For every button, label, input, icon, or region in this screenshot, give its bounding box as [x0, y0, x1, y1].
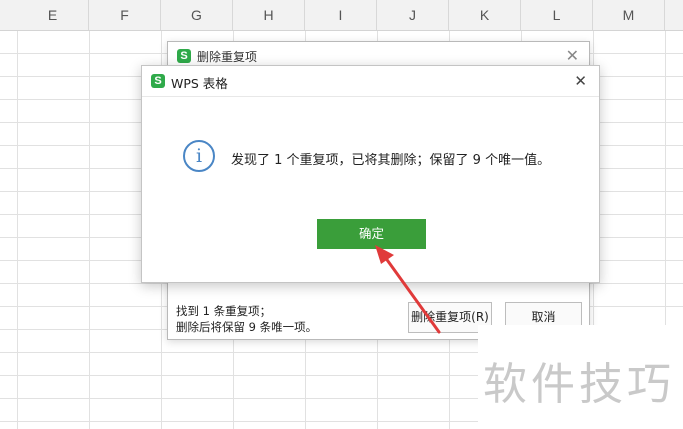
column-header-j[interactable]: J	[377, 0, 449, 30]
column-header-g[interactable]: G	[161, 0, 233, 30]
wps-dialog-title: WPS 表格	[171, 76, 228, 91]
close-icon[interactable]: ✕	[566, 48, 579, 64]
wps-result-dialog: S WPS 表格 ✕ i 发现了 1 个重复项，已将其删除；保留了 9 个唯一值…	[141, 65, 600, 283]
close-icon[interactable]: ✕	[574, 73, 587, 89]
result-message: 发现了 1 个重复项，已将其删除；保留了 9 个唯一值。	[231, 153, 551, 168]
column-header-l[interactable]: L	[521, 0, 593, 30]
column-header-bar: E F G H I J K L M	[0, 0, 683, 31]
keep-unique-text: 删除后将保留 9 条唯一项。	[176, 320, 318, 334]
watermark-text: 软件技巧	[483, 359, 675, 410]
column-header-m[interactable]: M	[593, 0, 665, 30]
column-header-h[interactable]: H	[233, 0, 305, 30]
wps-sheet-icon: S	[177, 49, 191, 63]
column-header-i[interactable]: I	[305, 0, 377, 30]
found-duplicates-text: 找到 1 条重复项；	[176, 304, 272, 318]
column-header-f[interactable]: F	[89, 0, 161, 30]
ok-button[interactable]: 确定	[317, 219, 426, 249]
wps-sheet-icon: S	[151, 74, 165, 88]
wps-dialog-titlebar[interactable]: S WPS 表格 ✕	[142, 66, 599, 97]
info-icon: i	[183, 140, 215, 172]
column-header-k[interactable]: K	[449, 0, 521, 30]
column-header-e[interactable]: E	[17, 0, 89, 30]
remove-duplicates-title: 删除重复项	[197, 50, 258, 64]
